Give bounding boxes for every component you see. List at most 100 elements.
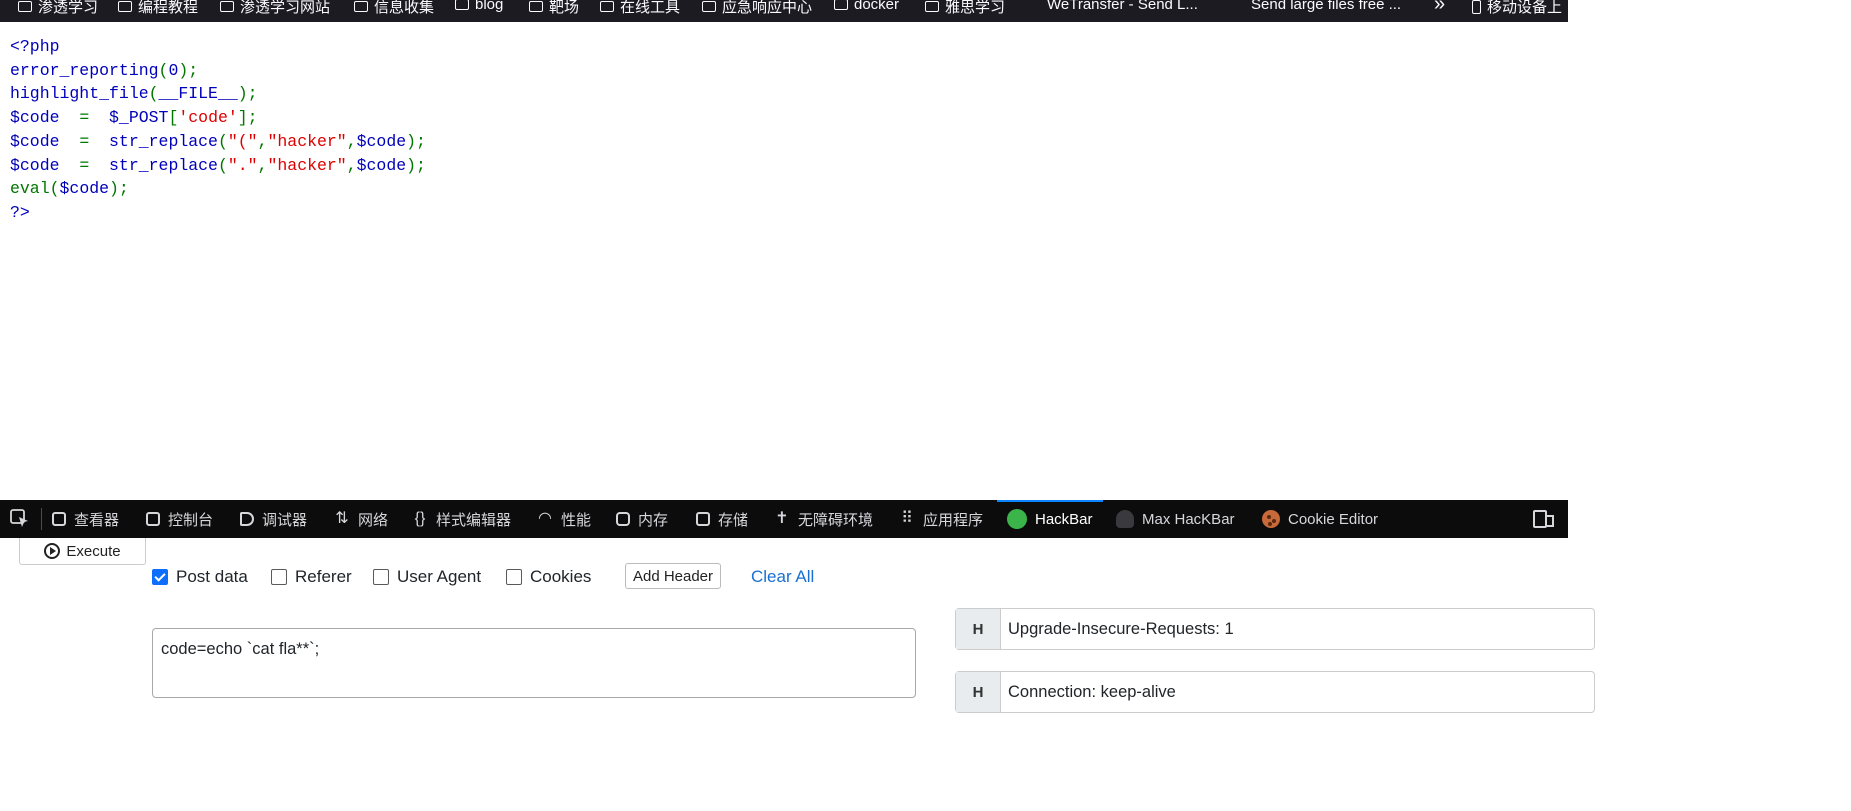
memory-chip-icon — [616, 512, 630, 526]
code-token: "hacker" — [267, 155, 347, 175]
tab-label: 无障碍环境 — [798, 511, 874, 529]
clear-all-link[interactable]: Clear All — [751, 567, 814, 587]
folder-icon — [529, 1, 543, 12]
folder-icon — [925, 1, 939, 12]
option-label: Cookies — [530, 567, 592, 586]
post-data-checkbox[interactable] — [152, 569, 168, 585]
code-token: ?> — [10, 202, 30, 222]
tab-storage[interactable]: 存储 — [696, 500, 748, 538]
execute-label: Execute — [66, 542, 121, 560]
bookmarks-overflow-button[interactable]: » — [1434, 0, 1445, 16]
bookmark-label: 靶场 — [549, 0, 580, 16]
tab-max-hackbar[interactable]: Max HacKBar — [1116, 500, 1235, 538]
referer-checkbox[interactable] — [271, 569, 287, 585]
code-token: <?php — [10, 37, 60, 56]
bookmark-label: WeTransfer - Send L... — [1047, 0, 1198, 13]
code-token: str_replace — [109, 131, 218, 151]
code-token: $_POST — [109, 108, 169, 128]
tab-label: 性能 — [561, 511, 592, 529]
play-icon — [44, 543, 61, 559]
bookmark-label: 信息收集 — [374, 0, 435, 16]
element-picker-button[interactable] — [10, 500, 30, 538]
inspector-icon — [52, 512, 66, 526]
bookmark-label: 渗透学习 — [38, 0, 99, 16]
storage-icon — [696, 512, 710, 526]
max-hackbar-icon — [1116, 510, 1134, 528]
code-token: error_reporting — [10, 60, 159, 80]
bookmark-label: 雅思学习 — [945, 0, 1006, 16]
folder-icon — [702, 1, 716, 12]
toolbar-divider — [41, 508, 42, 530]
code-token: $code — [356, 155, 407, 175]
bookmark-folder-6[interactable]: 靶场 — [529, 0, 579, 17]
pick-element-icon — [10, 509, 28, 527]
tab-style-editor[interactable]: {} 样式编辑器 — [412, 500, 511, 538]
bookmark-folder-3[interactable]: 渗透学习网站 — [220, 0, 330, 17]
user-agent-option[interactable]: User Agent — [373, 567, 481, 587]
folder-icon — [118, 1, 132, 12]
dock-side-icon[interactable] — [1533, 510, 1554, 528]
cookies-checkbox[interactable] — [506, 569, 522, 585]
code-token: 'code' — [178, 108, 238, 128]
post-data-option[interactable]: Post data — [152, 567, 248, 587]
code-token: __FILE__ — [158, 84, 238, 104]
bookmark-folder-7[interactable]: 在线工具 — [600, 0, 680, 17]
tab-label: 控制台 — [168, 511, 214, 529]
bookmark-send-large-files[interactable]: Send large files free ... — [1226, 0, 1401, 13]
bookmark-label: 编程教程 — [138, 0, 199, 16]
bookmark-folder-1[interactable]: 渗透学习 — [18, 0, 98, 17]
bookmark-folder-8[interactable]: 应急响应中心 — [702, 0, 812, 17]
bookmark-folder-4[interactable]: 信息收集 — [354, 0, 434, 17]
option-label: Referer — [295, 567, 352, 586]
bookmark-folder-2[interactable]: 编程教程 — [118, 0, 198, 17]
hackbar-panel: Execute Post data Referer User Agent Coo… — [0, 538, 1595, 713]
code-token: $code — [10, 155, 60, 175]
header-value-input[interactable]: Connection: keep-alive — [1001, 672, 1176, 712]
folder-icon — [18, 1, 32, 12]
bookmark-folder-5[interactable]: blog — [455, 0, 503, 13]
mobile-bookmarks[interactable]: 移动设备上 — [1472, 0, 1562, 17]
chevron-double-right-icon: » — [1434, 0, 1446, 15]
header-row[interactable]: H Upgrade-Insecure-Requests: 1 — [955, 608, 1595, 650]
tab-cookie-editor[interactable]: Cookie Editor — [1262, 500, 1378, 538]
phone-icon — [1472, 0, 1481, 14]
code-token: $code — [10, 108, 60, 128]
tab-debugger[interactable]: 调试器 — [240, 500, 307, 538]
code-token: "." — [227, 155, 258, 175]
network-icon: ⇅ — [335, 510, 349, 527]
referer-option[interactable]: Referer — [271, 567, 352, 587]
bookmark-label: 渗透学习网站 — [240, 0, 331, 16]
tab-performance[interactable]: ◠ 性能 — [537, 500, 591, 538]
code-token: str_replace — [109, 155, 218, 175]
user-agent-checkbox[interactable] — [373, 569, 389, 585]
tab-label: 查看器 — [74, 511, 120, 529]
execute-button[interactable]: Execute — [19, 538, 146, 565]
tab-label: 存储 — [718, 511, 749, 529]
hackbar-icon — [1007, 509, 1027, 529]
code-token: highlight_file — [10, 84, 149, 104]
tab-inspector[interactable]: 查看器 — [52, 500, 119, 538]
code-token: "(" — [227, 131, 258, 151]
folder-icon — [220, 1, 234, 12]
bookmark-folder-9[interactable]: docker — [834, 0, 899, 13]
bookmark-folder-10[interactable]: 雅思学习 — [925, 0, 1005, 17]
tab-label: 调试器 — [262, 511, 308, 529]
header-key: H — [956, 609, 1001, 649]
header-value-input[interactable]: Upgrade-Insecure-Requests: 1 — [1001, 609, 1234, 649]
tab-console[interactable]: 控制台 — [146, 500, 213, 538]
tab-memory[interactable]: 内存 — [616, 500, 668, 538]
tab-application[interactable]: ⠿ 应用程序 — [899, 500, 983, 538]
post-data-textarea[interactable]: code=echo `cat fla**`; — [152, 628, 916, 698]
add-header-button[interactable]: Add Header — [625, 563, 721, 589]
devtools-toolbar: 查看器 控制台 调试器 ⇅ 网络 {} 样式编辑器 ◠ 性能 内存 存储 ✝ 无障碍环境… — [0, 500, 1568, 538]
bookmark-wetransfer[interactable]: WeTransfer - Send L... — [1025, 0, 1198, 13]
tab-hackbar[interactable]: HackBar — [997, 500, 1103, 538]
accessibility-person-icon: ✝ — [775, 510, 789, 527]
code-token: "hacker" — [267, 131, 347, 151]
header-row[interactable]: H Connection: keep-alive — [955, 671, 1595, 713]
bookmark-label: 在线工具 — [620, 0, 681, 16]
tab-accessibility[interactable]: ✝ 无障碍环境 — [774, 500, 873, 538]
folder-icon — [455, 0, 469, 10]
cookies-option[interactable]: Cookies — [506, 567, 591, 587]
tab-network[interactable]: ⇅ 网络 — [334, 500, 388, 538]
